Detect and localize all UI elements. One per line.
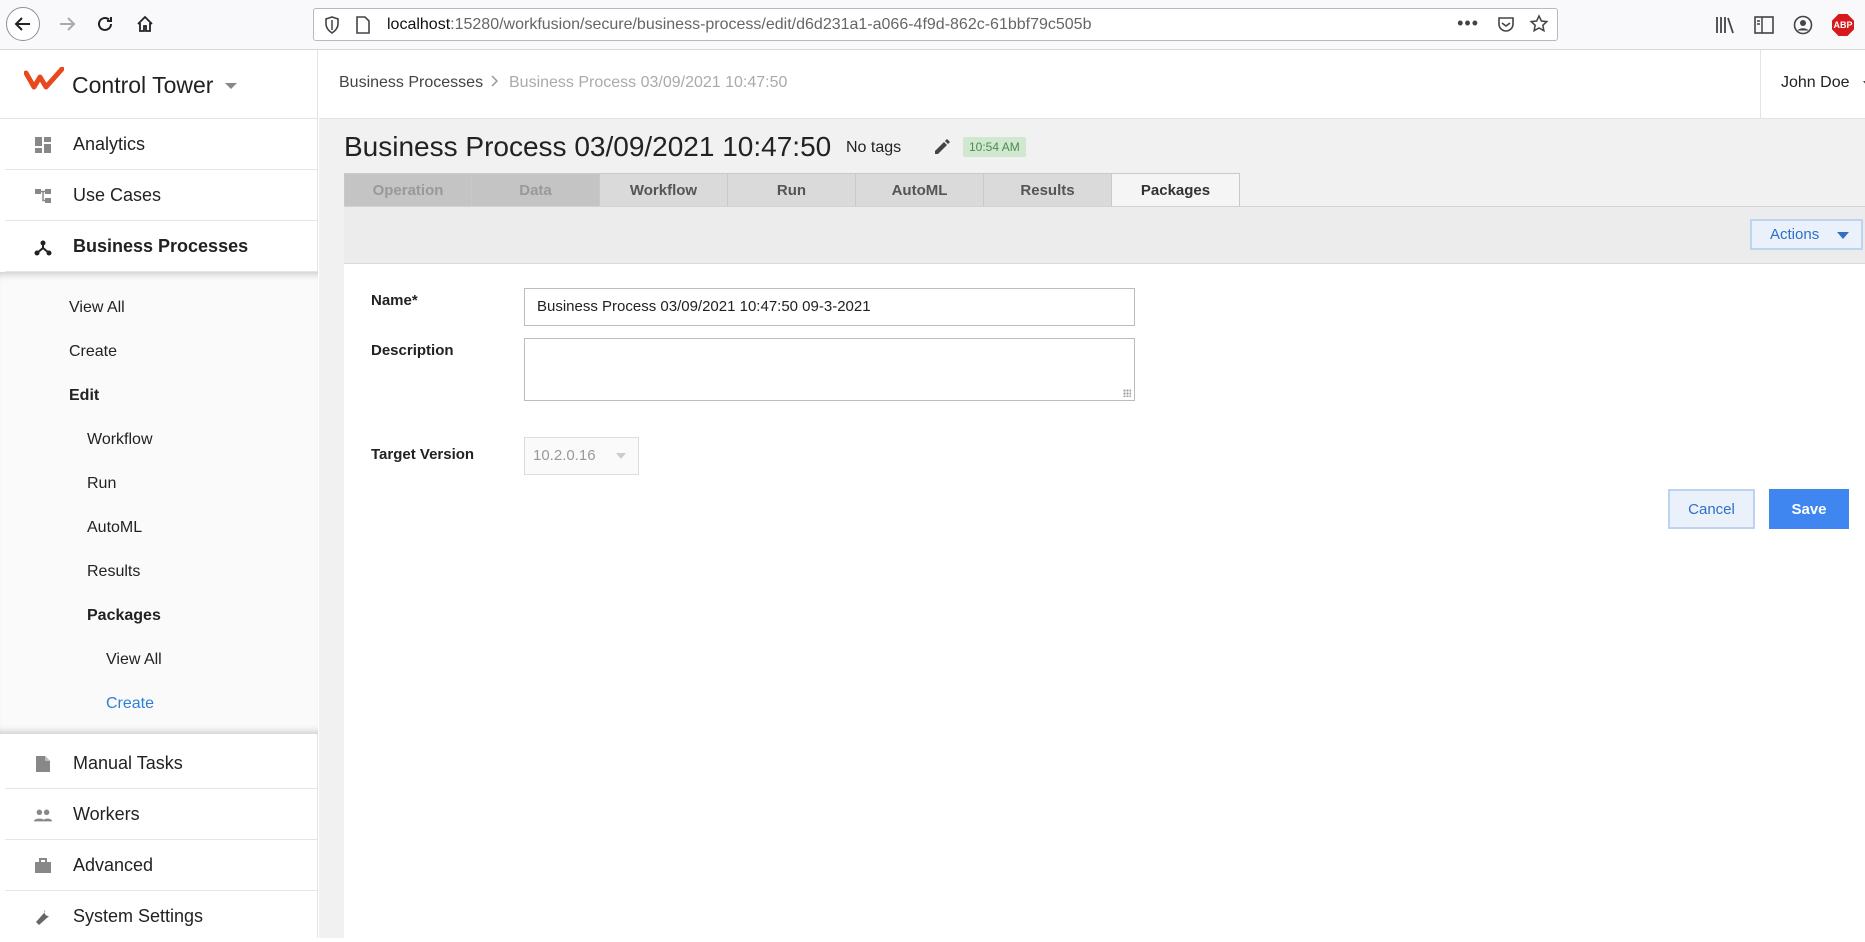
url-host: localhost [387, 16, 451, 33]
top-header: Business Processes Business Process 03/0… [319, 50, 1865, 119]
target-version-value: 10.2.0.16 [533, 447, 596, 464]
edit-pencil-icon[interactable] [933, 138, 951, 156]
actions-label: Actions [1770, 226, 1820, 243]
arrow-right-icon [60, 17, 76, 31]
adblock-icon: ABP [1832, 14, 1854, 36]
submenu-automl[interactable]: AutoML [87, 519, 142, 537]
arrow-left-icon [14, 17, 30, 31]
target-version-label: Target Version [371, 446, 475, 463]
tab-results[interactable]: Results [984, 173, 1112, 207]
submenu-workflow[interactable]: Workflow [87, 431, 153, 449]
workfusion-logo-icon [24, 67, 64, 90]
sidebar-item-manual-tasks[interactable]: Manual Tasks [5, 738, 318, 789]
breadcrumb-current: Business Process 03/09/2021 10:47:50 [509, 74, 788, 91]
submenu-results[interactable]: Results [87, 563, 140, 581]
sidebar-item-label: Analytics [73, 133, 146, 154]
account-icon [1793, 15, 1813, 35]
resize-grip-icon[interactable] [1123, 389, 1131, 397]
sidebar-item-analytics[interactable]: Analytics [5, 119, 318, 170]
home-button[interactable] [128, 7, 162, 41]
tags-label: No tags [846, 139, 902, 156]
sidebar-item-system-settings[interactable]: System Settings [5, 891, 318, 942]
submenu-edit[interactable]: Edit [69, 387, 99, 405]
pocket-icon[interactable] [1497, 15, 1515, 33]
submenu-packages-view-all[interactable]: View All [106, 651, 162, 669]
dashboard-icon [33, 135, 53, 155]
browser-toolbar: localhost:15280/workfusion/secure/busine… [0, 0, 1865, 50]
action-bar: Actions [344, 206, 1865, 264]
name-label: Name* [371, 292, 418, 309]
cancel-button[interactable]: Cancel [1668, 489, 1755, 529]
sidebar-item-label: Workers [73, 803, 140, 824]
tab-packages[interactable]: Packages [1112, 173, 1240, 207]
tab-bar: Operation Data Workflow Run AutoML Resul… [344, 173, 1240, 207]
brand-header[interactable]: Control Tower [0, 50, 318, 119]
reload-button[interactable] [88, 7, 122, 41]
submenu-run[interactable]: Run [87, 475, 116, 493]
tab-workflow[interactable]: Workflow [600, 173, 728, 207]
time-badge: 10:54 AM [963, 137, 1026, 157]
shield-icon[interactable] [324, 16, 340, 34]
breadcrumb-business-processes[interactable]: Business Processes [339, 74, 483, 92]
sidebar-item-label: Manual Tasks [73, 752, 183, 773]
library-button[interactable] [1714, 13, 1736, 37]
adblock-button[interactable]: ABP [1832, 13, 1854, 37]
submenu-packages-create[interactable]: Create [106, 695, 154, 713]
forward-button[interactable] [50, 7, 84, 41]
url-path: :15280/workfusion/secure/business-proces… [450, 16, 1092, 33]
sidebar-item-use-cases[interactable]: Use Cases [5, 170, 318, 221]
submenu-create[interactable]: Create [69, 343, 117, 361]
tab-automl[interactable]: AutoML [856, 173, 984, 207]
hierarchy-icon [33, 186, 53, 206]
user-menu[interactable]: John Doe [1760, 50, 1865, 119]
chevron-down-icon[interactable] [225, 83, 237, 89]
library-icon [1716, 17, 1734, 34]
app-name: Control Tower [72, 72, 214, 98]
save-button[interactable]: Save [1769, 489, 1849, 529]
name-field[interactable]: Business Process 03/09/2021 10:47:50 09-… [524, 288, 1135, 326]
tab-run[interactable]: Run [728, 173, 856, 207]
sidebar-item-label: Business Processes [73, 235, 249, 256]
submenu-view-all[interactable]: View All [69, 299, 125, 317]
briefcase-icon [33, 856, 53, 876]
account-button[interactable] [1793, 13, 1813, 37]
tab-data[interactable]: Data [472, 173, 600, 207]
sidebar-item-label: Use Cases [73, 184, 162, 205]
url-text[interactable]: localhost:15280/workfusion/secure/busine… [387, 16, 1091, 34]
sidebar-item-label: System Settings [73, 906, 204, 926]
wrench-icon [33, 907, 53, 927]
description-label: Description [371, 342, 454, 359]
tab-operation[interactable]: Operation [344, 173, 472, 207]
business-processes-submenu: View All Create Edit Workflow Run AutoML… [0, 272, 318, 734]
submenu-packages[interactable]: Packages [87, 607, 161, 625]
sidebar-icon [1754, 16, 1774, 34]
home-icon [137, 15, 153, 32]
main-content: Business Process 03/09/2021 10:47:50 No … [319, 119, 1865, 938]
sidebar-item-business-processes[interactable]: Business Processes [5, 221, 318, 272]
people-icon [33, 805, 53, 825]
page-title: Business Process 03/09/2021 10:47:50 [344, 131, 832, 162]
caret-down-icon [1837, 232, 1849, 239]
app-sidebar: Control Tower Analytics Use Cases Busine… [0, 50, 318, 938]
page-icon [356, 16, 370, 34]
description-field[interactable] [524, 338, 1135, 401]
back-button[interactable] [6, 7, 40, 41]
chevron-right-icon [491, 74, 499, 90]
sidebar-toggle-button[interactable] [1754, 13, 1774, 37]
target-version-select: 10.2.0.16 [524, 437, 639, 475]
url-bar[interactable]: localhost:15280/workfusion/secure/busine… [313, 8, 1558, 41]
sidebar-item-advanced[interactable]: Advanced [5, 840, 318, 891]
page-actions-menu[interactable]: ••• [1457, 13, 1479, 34]
user-name: John Doe [1781, 74, 1850, 91]
sidebar-item-label: Advanced [73, 854, 154, 875]
bookmark-star-icon[interactable] [1529, 14, 1549, 34]
sidebar-item-workers[interactable]: Workers [5, 789, 318, 840]
actions-button[interactable]: Actions [1750, 219, 1863, 250]
document-icon [33, 754, 53, 774]
package-form: Name* Business Process 03/09/2021 10:47:… [344, 264, 1865, 938]
process-icon [33, 237, 53, 257]
caret-down-icon [616, 453, 626, 459]
reload-icon [98, 16, 112, 31]
